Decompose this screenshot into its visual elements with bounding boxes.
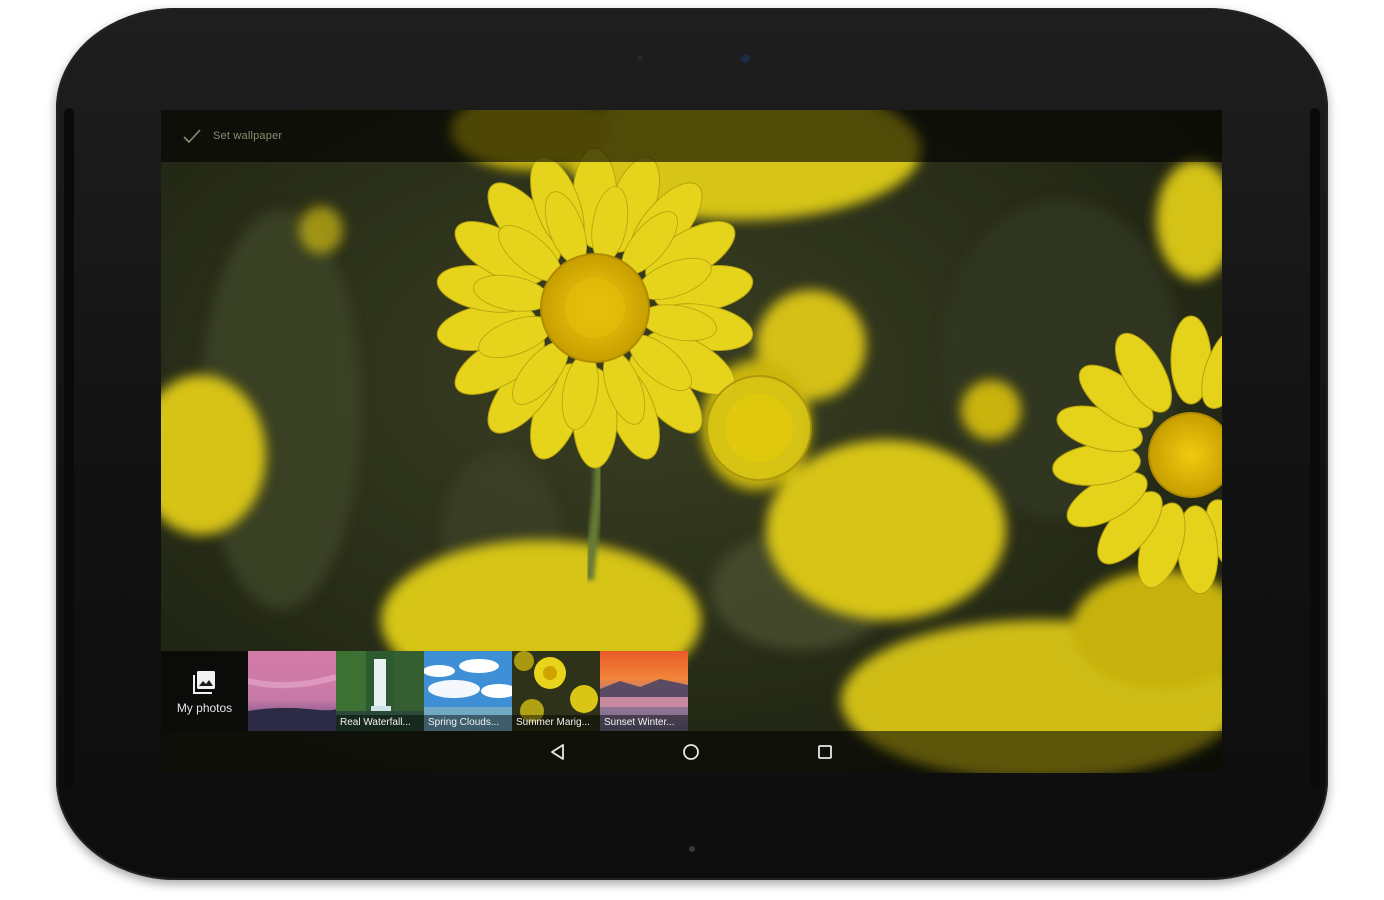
back-button[interactable] — [544, 739, 572, 765]
set-wallpaper-button[interactable]: Set wallpaper — [173, 120, 290, 152]
set-wallpaper-label: Set wallpaper — [213, 130, 283, 142]
photo-library-icon — [192, 671, 215, 694]
wallpaper-tile-sunset[interactable]: Sunset Winter... — [600, 651, 688, 731]
check-icon — [183, 129, 201, 144]
wallpaper-tile-marigold[interactable]: Summer Marig... — [512, 651, 600, 731]
tile-caption: Real Waterfall... — [336, 715, 424, 731]
device-left-edge — [64, 108, 74, 788]
device-right-edge — [1310, 108, 1320, 788]
pink-sky-thumbnail — [248, 651, 336, 731]
tile-caption: Spring Clouds... — [424, 715, 512, 731]
my-photos-label: My photos — [176, 701, 233, 715]
wallpaper-tile-waterfall[interactable]: Real Waterfall... — [336, 651, 424, 731]
tile-caption: Sunset Winter... — [600, 715, 688, 731]
recents-button[interactable] — [811, 739, 839, 765]
my-photos-button[interactable]: My photos — [161, 651, 248, 731]
navigation-bar — [161, 731, 1222, 773]
wallpaper-tile-pink-sky[interactable] — [248, 651, 336, 731]
home-button[interactable] — [677, 739, 705, 765]
wallpaper-tile-clouds[interactable]: Spring Clouds... — [424, 651, 512, 731]
wallpaper-picker-strip: My photos Real Waterfall... Spring Cloud… — [161, 651, 691, 731]
notification-led — [689, 846, 695, 852]
recents-square-icon — [818, 745, 832, 759]
front-camera — [741, 54, 750, 63]
back-triangle-icon — [551, 744, 564, 760]
home-circle-icon — [683, 744, 699, 760]
tile-caption: Summer Marig... — [512, 715, 600, 731]
light-sensor — [637, 55, 643, 61]
action-bar: Set wallpaper — [161, 110, 1222, 162]
device-screen: Set wallpaper My photos Real Waterfall..… — [161, 110, 1222, 773]
